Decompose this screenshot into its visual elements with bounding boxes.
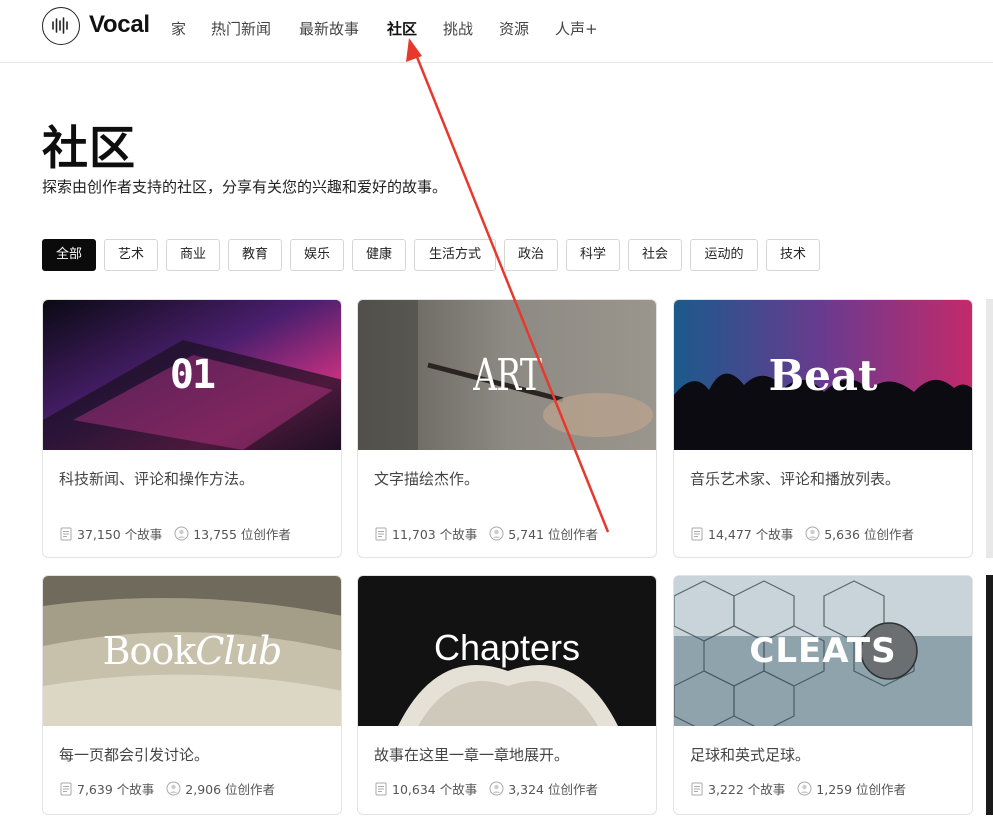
document-icon	[375, 527, 387, 540]
story-count-text: 37,150 个故事	[77, 527, 163, 542]
filter-technology[interactable]: 技术	[766, 239, 820, 271]
user-icon	[166, 781, 181, 796]
card-banner-logo: ART	[358, 300, 656, 450]
filter-all[interactable]: 全部	[42, 239, 96, 271]
user-icon	[797, 781, 812, 796]
nav-resources[interactable]: 资源	[499, 18, 529, 39]
document-icon	[60, 782, 72, 795]
card-banner-text-part2: Club	[195, 629, 282, 673]
story-count: 37,150 个故事	[59, 524, 162, 543]
creator-count-text: 5,741 位创作者	[508, 527, 598, 542]
card-stats: 37,150 个故事 13,755 位创作者	[59, 524, 303, 543]
card-banner-logo: Beat	[674, 300, 972, 450]
card-description: 音乐艺术家、评论和播放列表。	[690, 470, 901, 488]
nav-vocal-plus[interactable]: 人声+	[555, 18, 598, 39]
card-banner-text: Beat	[768, 350, 878, 400]
creator-count: 1,259 位创作者	[797, 779, 906, 798]
card-stats: 10,634 个故事 3,324 位创作者	[374, 779, 610, 798]
creator-count: 3,324 位创作者	[489, 779, 598, 798]
user-icon	[489, 526, 504, 541]
user-icon	[174, 526, 189, 541]
story-count: 10,634 个故事	[374, 779, 477, 798]
story-count: 14,477 个故事	[690, 524, 793, 543]
community-card-art[interactable]: ART 文字描绘杰作。 11,703 个故事 5,741 位创作者	[357, 299, 657, 558]
page-title: 社区	[42, 121, 136, 175]
nav-challenges[interactable]: 挑战	[443, 18, 473, 39]
card-description: 足球和英式足球。	[690, 746, 811, 764]
card-stats: 7,639 个故事 2,906 位创作者	[59, 779, 287, 798]
document-icon	[691, 782, 703, 795]
creator-count-text: 3,324 位创作者	[508, 782, 598, 797]
filter-business[interactable]: 商业	[166, 239, 220, 271]
document-icon	[375, 782, 387, 795]
card-stats: 3,222 个故事 1,259 位创作者	[690, 779, 918, 798]
logo-text[interactable]: Vocal	[89, 11, 150, 39]
card-banner-logo: BookClub	[43, 576, 341, 726]
nav-latest-stories[interactable]: 最新故事	[299, 18, 359, 39]
card-stats: 11,703 个故事 5,741 位创作者	[374, 524, 610, 543]
card-banner-text: ART	[473, 349, 542, 401]
card-description: 故事在这里一章一章地展开。	[374, 746, 570, 764]
nav-communities[interactable]: 社区	[387, 18, 417, 39]
document-icon	[691, 527, 703, 540]
card-banner-text-part1: Book	[102, 629, 197, 673]
card-stats: 14,477 个故事 5,636 位创作者	[690, 524, 926, 543]
user-icon	[489, 781, 504, 796]
creator-count: 2,906 位创作者	[166, 779, 275, 798]
story-count: 7,639 个故事	[59, 779, 154, 798]
card-banner-logo: Chapters	[358, 576, 656, 726]
community-card-beat[interactable]: Beat 音乐艺术家、评论和播放列表。 14,477 个故事 5,636 位创作…	[673, 299, 973, 558]
card-description: 每一页都会引发讨论。	[59, 746, 210, 764]
user-icon	[805, 526, 820, 541]
story-count-text: 10,634 个故事	[392, 782, 478, 797]
top-navigation-bar: Vocal 家 热门新闻 最新故事 社区 挑战 资源 人声+	[0, 0, 993, 63]
card-banner-text: CLEATS	[749, 631, 897, 671]
filter-sports[interactable]: 运动的	[690, 239, 758, 271]
creator-count-text: 2,906 位创作者	[185, 782, 276, 797]
creator-count-text: 1,259 位创作者	[816, 782, 907, 797]
nav-top-news[interactable]: 热门新闻	[211, 18, 271, 39]
community-card-bookclub[interactable]: BookClub 每一页都会引发讨论。 7,639 个故事 2,906 位创作者	[42, 575, 342, 815]
creator-count-text: 13,755 位创作者	[193, 527, 291, 542]
filter-science[interactable]: 科学	[566, 239, 620, 271]
story-count-text: 7,639 个故事	[77, 782, 155, 797]
card-banner-text: Chapters	[433, 627, 581, 668]
filter-entertainment[interactable]: 娱乐	[290, 239, 344, 271]
story-count-text: 11,703 个故事	[392, 527, 478, 542]
filter-education[interactable]: 教育	[228, 239, 282, 271]
creator-count: 13,755 位创作者	[174, 524, 291, 543]
filter-politics[interactable]: 政治	[504, 239, 558, 271]
document-icon	[60, 527, 72, 540]
card-description: 文字描绘杰作。	[374, 470, 480, 488]
card-banner-logo: 01	[43, 300, 341, 450]
card-banner-logo: CLEATS	[674, 576, 972, 726]
filter-health[interactable]: 健康	[352, 239, 406, 271]
filter-lifestyle[interactable]: 生活方式	[414, 239, 496, 271]
community-card-cleats[interactable]: CLEATS 足球和英式足球。 3,222 个故事 1,259 位创作者	[673, 575, 973, 815]
creator-count: 5,636 位创作者	[805, 524, 914, 543]
nav-home[interactable]: 家	[171, 18, 186, 39]
community-card-01[interactable]: 01 科技新闻、评论和操作方法。 37,150 个故事 13,755 位创作者	[42, 299, 342, 558]
partial-card-edge	[986, 299, 993, 558]
story-count-text: 3,222 个故事	[708, 782, 786, 797]
partial-card-edge	[986, 575, 993, 815]
filter-society[interactable]: 社会	[628, 239, 682, 271]
card-banner-text: 01	[169, 352, 216, 398]
vocal-logo-icon[interactable]	[42, 7, 80, 45]
story-count-text: 14,477 个故事	[708, 527, 794, 542]
card-banner-logo-text: BookClub	[102, 629, 283, 673]
creator-count: 5,741 位创作者	[489, 524, 598, 543]
filter-art[interactable]: 艺术	[104, 239, 158, 271]
creator-count-text: 5,636 位创作者	[824, 527, 914, 542]
page-subtitle: 探索由创作者支持的社区，分享有关您的兴趣和爱好的故事。	[42, 178, 448, 196]
card-description: 科技新闻、评论和操作方法。	[59, 470, 255, 488]
story-count: 11,703 个故事	[374, 524, 477, 543]
community-card-chapters[interactable]: Chapters 故事在这里一章一章地展开。 10,634 个故事 3,324 …	[357, 575, 657, 815]
story-count: 3,222 个故事	[690, 779, 785, 798]
